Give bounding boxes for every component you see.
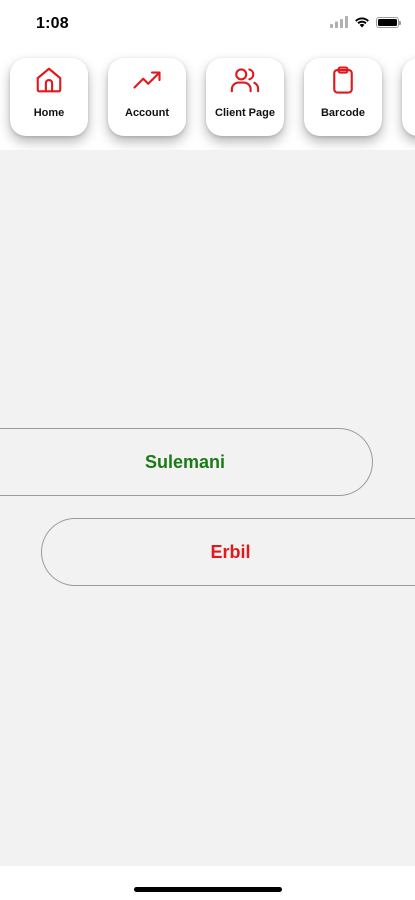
users-icon xyxy=(230,68,260,93)
bottom-bar xyxy=(0,866,415,900)
nav-client-page-label: Client Page xyxy=(215,107,275,119)
quick-nav: Home Account Client Page Barcode xyxy=(0,50,415,150)
sulemani-label: Sulemani xyxy=(144,451,226,472)
nav-more-partial[interactable] xyxy=(402,58,415,136)
nav-barcode[interactable]: Barcode xyxy=(304,58,382,136)
trending-up-icon xyxy=(133,71,161,89)
erbil-label: Erbil xyxy=(210,541,251,562)
clipboard-icon xyxy=(333,66,353,94)
erbil-button[interactable]: Erbil xyxy=(41,518,415,586)
nav-account[interactable]: Account xyxy=(108,58,186,136)
nav-home-label: Home xyxy=(33,107,65,119)
home-icon xyxy=(36,67,62,93)
nav-client-page[interactable]: Client Page xyxy=(206,58,284,136)
status-icons xyxy=(330,16,401,28)
home-indicator[interactable] xyxy=(134,887,282,892)
sulemani-button[interactable]: Sulemani xyxy=(0,428,373,496)
nav-home[interactable]: Home xyxy=(10,58,88,136)
nav-barcode-label: Barcode xyxy=(320,107,366,119)
status-bar: 1:08 xyxy=(0,0,415,50)
signal-icon xyxy=(330,16,348,28)
battery-icon xyxy=(376,16,401,28)
nav-account-label: Account xyxy=(125,107,169,119)
status-time: 1:08 xyxy=(36,15,69,32)
battery-level xyxy=(378,18,397,26)
wifi-icon xyxy=(355,17,369,28)
